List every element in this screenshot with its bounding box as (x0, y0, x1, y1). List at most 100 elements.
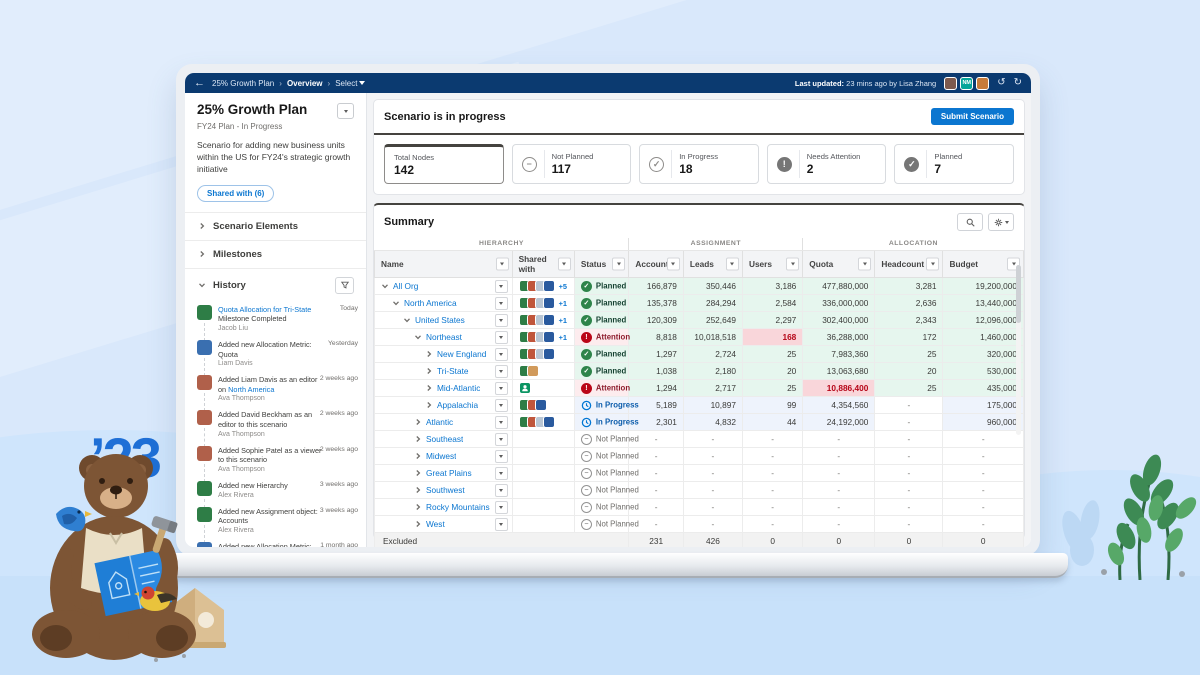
chevron-down-icon[interactable] (402, 316, 411, 324)
submit-scenario-button[interactable]: Submit Scenario (931, 108, 1014, 125)
column-menu-button[interactable] (496, 258, 509, 271)
more-avatars-count[interactable]: +1 (559, 316, 567, 325)
cell-budget: 19,200,000 (943, 278, 1024, 295)
column-menu-button[interactable] (612, 258, 625, 271)
status-badge: ✓Planned (574, 312, 629, 329)
column-menu-button[interactable] (858, 258, 871, 271)
chevron-right-icon[interactable] (424, 350, 433, 358)
chevron-right-icon[interactable] (413, 452, 422, 460)
sidebar-item-milestones[interactable]: Milestones (185, 240, 366, 268)
history-time: Today (340, 305, 358, 312)
row-menu-button[interactable] (495, 518, 508, 531)
row-menu-button[interactable] (495, 331, 508, 344)
undo-icon[interactable]: ↺ (997, 78, 1005, 88)
node-name-link[interactable]: Appalachia (437, 400, 478, 410)
column-header-budget[interactable]: Budget (943, 251, 1024, 278)
history-item[interactable]: Added Liam Davis as an editor on North A… (197, 375, 358, 410)
chevron-right-icon[interactable] (413, 520, 422, 528)
chevron-down-icon[interactable] (391, 299, 400, 307)
node-name-link[interactable]: Mid-Atlantic (437, 383, 480, 393)
node-name-link[interactable]: Midwest (426, 451, 456, 461)
node-name-link[interactable]: Rocky Mountains (426, 502, 490, 512)
more-avatars-count[interactable]: +5 (559, 282, 567, 291)
column-header-leads[interactable]: Leads (683, 251, 742, 278)
stat-card-in-progress[interactable]: ✓In Progress18 (639, 144, 759, 184)
column-header-shared-with[interactable]: Shared with (512, 251, 574, 278)
node-name-link[interactable]: Northeast (426, 332, 462, 342)
history-item[interactable]: Added new Allocation Metric: QuotaLiam D… (197, 340, 358, 375)
filter-button[interactable] (335, 277, 354, 294)
column-menu-button[interactable] (786, 258, 799, 271)
title-menu-button[interactable] (337, 103, 354, 119)
table-scrollbar[interactable] (1016, 265, 1021, 435)
user-avatar[interactable] (944, 77, 957, 90)
row-menu-button[interactable] (495, 348, 508, 361)
breadcrumb-item-select[interactable]: Select (335, 79, 365, 88)
chevron-down-icon[interactable] (413, 333, 422, 341)
column-menu-button[interactable] (726, 258, 739, 271)
column-header-status[interactable]: Status (574, 251, 629, 278)
search-button[interactable] (957, 213, 983, 231)
chevron-right-icon[interactable] (413, 435, 422, 443)
row-menu-button[interactable] (495, 314, 508, 327)
node-name-link[interactable]: All Org (393, 281, 418, 291)
node-name-link[interactable]: West (426, 519, 445, 529)
chevron-right-icon[interactable] (413, 418, 422, 426)
sidebar-item-scenario-elements[interactable]: Scenario Elements (185, 212, 366, 240)
sidebar-sections: Scenario ElementsMilestones (185, 212, 366, 268)
more-avatars-count[interactable]: +1 (559, 299, 567, 308)
row-menu-button[interactable] (495, 501, 508, 514)
stat-card-needs-attention[interactable]: !Needs Attention2 (767, 144, 887, 184)
column-header-users[interactable]: Users (742, 251, 802, 278)
row-menu-button[interactable] (495, 365, 508, 378)
redo-icon[interactable]: ↻ (1014, 78, 1022, 88)
user-avatar[interactable] (976, 77, 989, 90)
stat-card-total-nodes[interactable]: Total Nodes142 (384, 144, 504, 184)
history-user: Ava Thompson (218, 431, 325, 438)
node-name-link[interactable]: United States (415, 315, 465, 325)
chevron-right-icon[interactable] (413, 503, 422, 511)
column-header-accounts[interactable]: Accounts (629, 251, 684, 278)
row-menu-button[interactable] (495, 467, 508, 480)
column-menu-button[interactable] (667, 258, 680, 271)
history-link[interactable]: Quota Allocation for Tri-State (218, 305, 311, 314)
chevron-down-icon[interactable] (380, 282, 389, 290)
row-menu-button[interactable] (495, 484, 508, 497)
node-name-link[interactable]: Southeast (426, 434, 463, 444)
row-menu-button[interactable] (495, 297, 508, 310)
column-header-headcount[interactable]: Headcount (875, 251, 943, 278)
column-menu-button[interactable] (926, 258, 939, 271)
row-menu-button[interactable] (495, 433, 508, 446)
node-name-link[interactable]: North America (404, 298, 457, 308)
back-arrow-icon[interactable]: ← (194, 78, 205, 89)
table-settings-button[interactable] (988, 213, 1014, 231)
history-link[interactable]: North America (228, 385, 274, 394)
chevron-right-icon[interactable] (413, 469, 422, 477)
row-menu-button[interactable] (495, 399, 508, 412)
column-header-name[interactable]: Name (375, 251, 513, 278)
node-name-link[interactable]: Atlantic (426, 417, 453, 427)
stat-card-planned[interactable]: ✓Planned7 (894, 144, 1014, 184)
history-item[interactable]: Quota Allocation for Tri-State Milestone… (197, 305, 358, 340)
node-name-link[interactable]: New England (437, 349, 486, 359)
column-header-quota[interactable]: Quota (803, 251, 875, 278)
more-avatars-count[interactable]: +1 (559, 333, 567, 342)
row-menu-button[interactable] (495, 280, 508, 293)
shared-with-button[interactable]: Shared with (6) (197, 185, 274, 202)
chevron-right-icon[interactable] (424, 367, 433, 375)
row-menu-button[interactable] (495, 382, 508, 395)
chevron-right-icon[interactable] (424, 401, 433, 409)
node-name-link[interactable]: Great Plains (426, 468, 472, 478)
node-name-link[interactable]: Southwest (426, 485, 465, 495)
breadcrumb-item-overview[interactable]: Overview (287, 79, 323, 88)
user-avatar[interactable]: NM (960, 77, 973, 90)
row-menu-button[interactable] (495, 450, 508, 463)
chevron-right-icon[interactable] (413, 486, 422, 494)
stat-card-not-planned[interactable]: −Not Planned117 (512, 144, 632, 184)
chevron-right-icon[interactable] (424, 384, 433, 392)
breadcrumb-item-25-growth-plan[interactable]: 25% Growth Plan (212, 79, 274, 88)
sidebar-item-history[interactable]: History (185, 268, 366, 302)
column-menu-button[interactable] (558, 258, 571, 271)
row-menu-button[interactable] (495, 416, 508, 429)
node-name-link[interactable]: Tri-State (437, 366, 469, 376)
